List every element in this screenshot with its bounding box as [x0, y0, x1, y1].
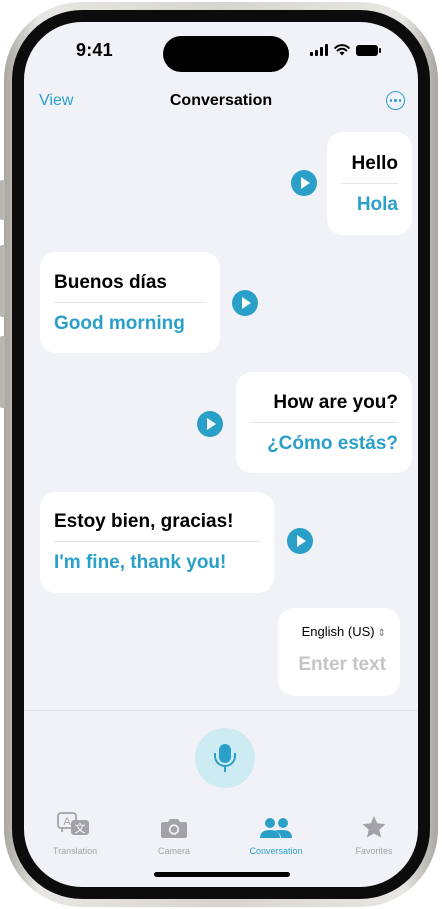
- tab-label: Favorites: [355, 846, 393, 856]
- message-divider: [250, 422, 398, 423]
- divider: [24, 710, 418, 711]
- message-bubble: Estoy bien, gracias! I'm fine, thank you…: [40, 492, 274, 593]
- svg-text:文: 文: [75, 821, 86, 835]
- page-title: Conversation: [169, 92, 273, 109]
- ellipsis-circle-icon[interactable]: [386, 91, 405, 110]
- dynamic-island: [163, 36, 289, 72]
- message-divider: [54, 302, 206, 303]
- action-button: [0, 180, 5, 220]
- text-input-card[interactable]: English (US) ⇕ Enter text: [278, 608, 400, 696]
- chevron-up-down-icon: ⇕: [377, 628, 386, 639]
- message-bubble: Hello Hola: [327, 132, 412, 235]
- svg-text:A: A: [63, 816, 71, 828]
- message-bubble: How are you? ¿Cómo estás?: [236, 372, 412, 473]
- play-button[interactable]: [232, 290, 258, 316]
- language-selector[interactable]: English (US) ⇕: [302, 624, 386, 639]
- message-divider: [341, 183, 398, 184]
- battery-icon: [356, 44, 381, 56]
- message-bubble: Buenos días Good morning: [40, 252, 220, 353]
- people-icon: [260, 818, 292, 838]
- message-divider: [54, 541, 260, 542]
- message-translation: Good morning: [54, 313, 185, 334]
- camera-icon: [161, 819, 187, 838]
- cellular-signal-icon: [310, 44, 328, 56]
- tab-label: Camera: [157, 846, 190, 856]
- message-original: Estoy bien, gracias!: [54, 511, 234, 532]
- tab-label: Conversation: [249, 846, 303, 856]
- language-label: English (US): [301, 624, 375, 639]
- volume-down-button: [0, 336, 5, 408]
- message-translation: ¿Cómo estás?: [267, 433, 398, 454]
- status-icons: [310, 44, 381, 56]
- microphone-button[interactable]: [195, 728, 255, 788]
- message-original: Buenos días: [54, 272, 167, 293]
- play-button[interactable]: [291, 170, 317, 196]
- tab-label: Translation: [52, 846, 98, 856]
- tab-bar: A 文 Translation Camera Conversation Favo…: [24, 806, 418, 866]
- text-input[interactable]: Enter text: [298, 654, 386, 676]
- volume-up-button: [0, 245, 5, 317]
- play-button[interactable]: [197, 411, 223, 437]
- wifi-icon: [334, 44, 350, 56]
- message-translation: I'm fine, thank you!: [54, 552, 227, 573]
- message-translation: Hola: [356, 194, 398, 215]
- translate-icon: A 文: [57, 812, 89, 835]
- message-original: How are you?: [273, 392, 398, 413]
- star-icon: [362, 816, 386, 838]
- status-time: 9:41: [76, 40, 113, 60]
- message-original: Hello: [351, 153, 398, 174]
- play-button[interactable]: [287, 528, 313, 554]
- screen: 9:41 View Conversation Hello Hola Buenos…: [24, 22, 418, 887]
- home-indicator: [154, 872, 290, 877]
